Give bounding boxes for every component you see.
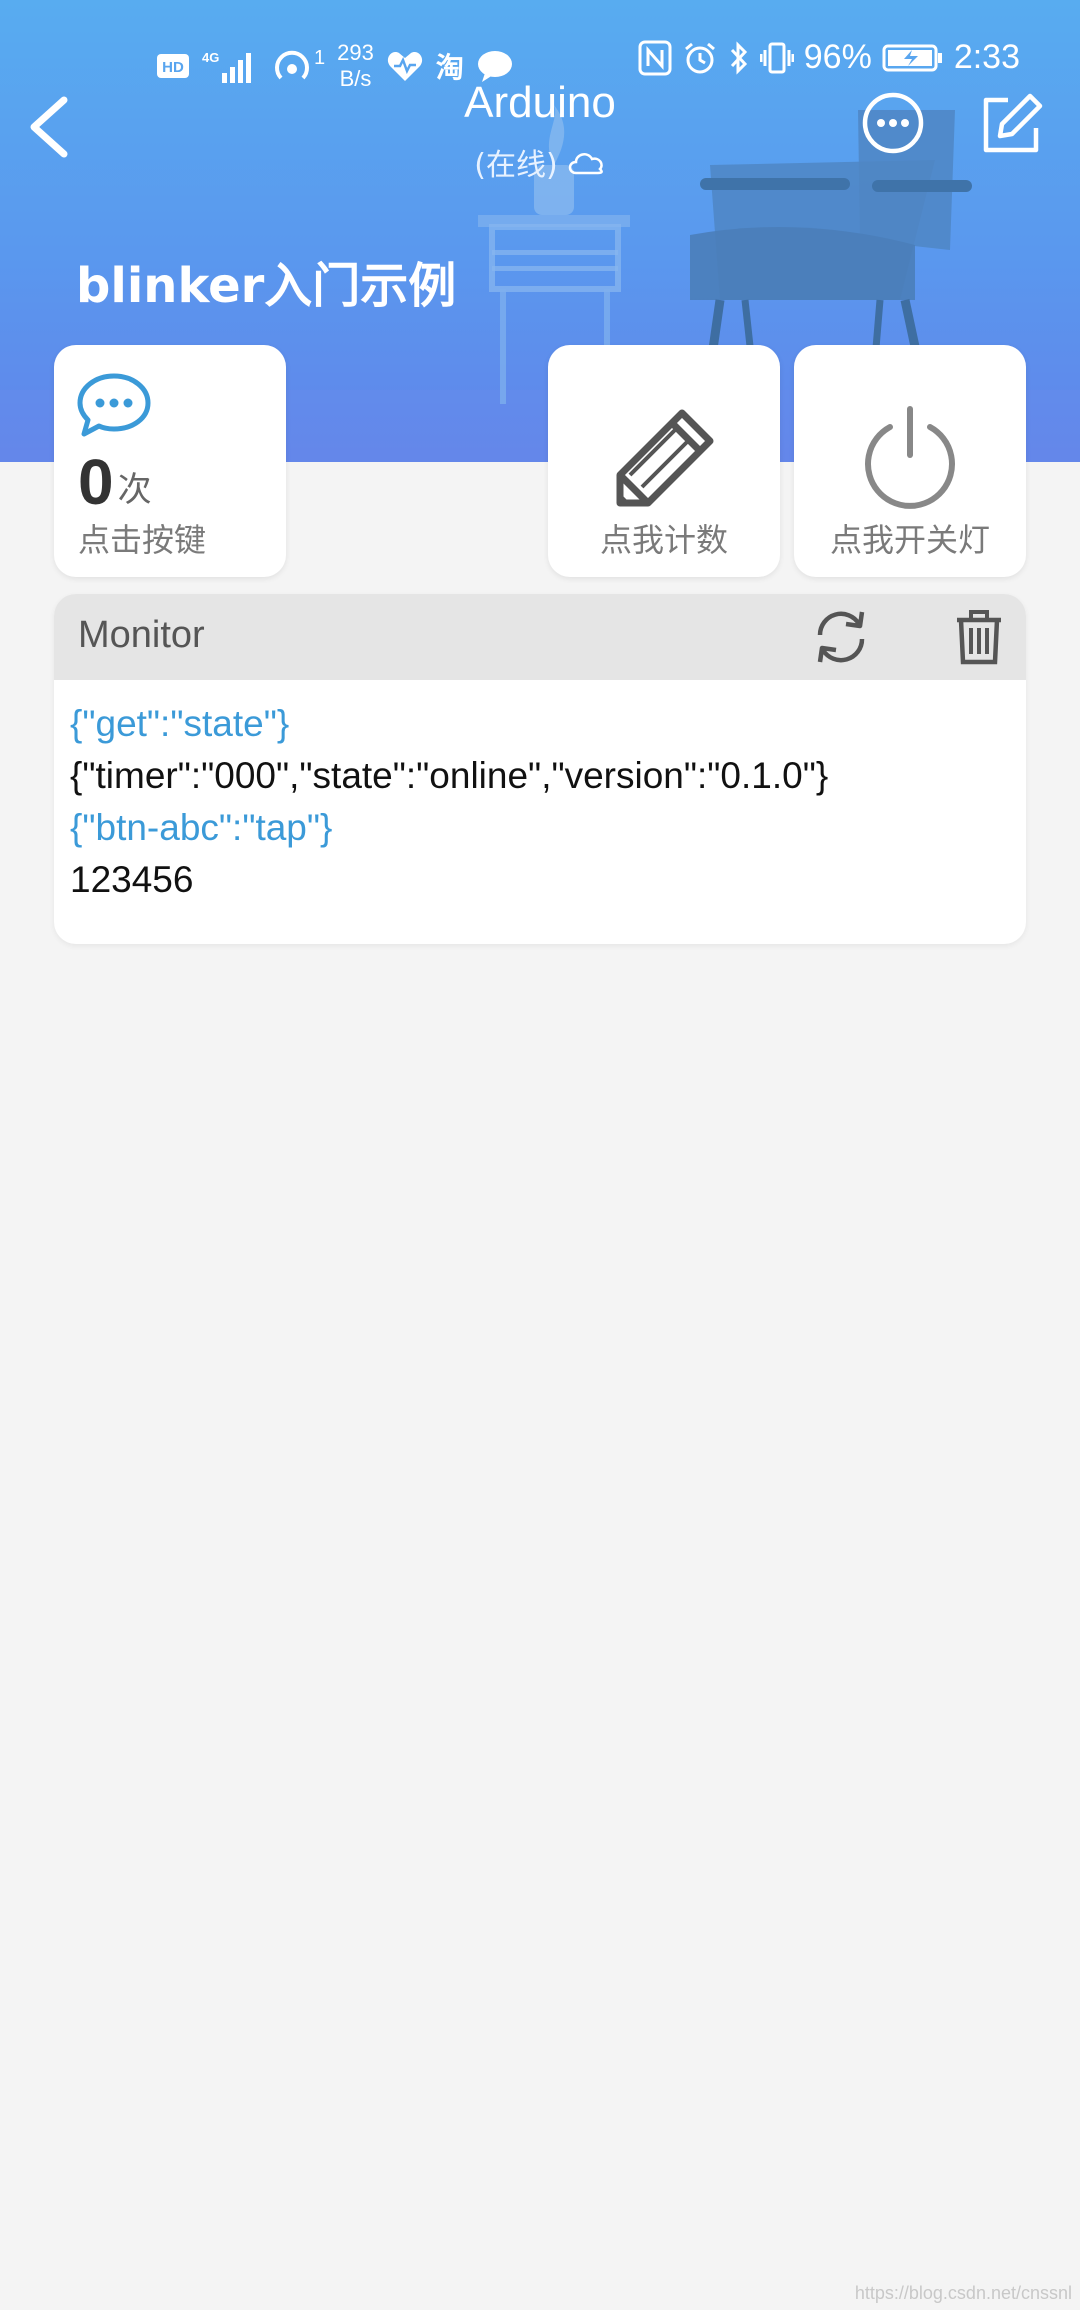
monitor-title: Monitor: [78, 614, 205, 656]
hd-icon: HD: [157, 54, 189, 78]
refresh-icon: [817, 611, 865, 663]
network-rate-value: 293: [337, 40, 374, 65]
svg-text:HD: HD: [162, 59, 184, 76]
clock-time: 2:33: [953, 38, 1020, 76]
device-status: (在线): [340, 140, 740, 184]
clear-log-button[interactable]: [954, 608, 1004, 666]
bluetooth-icon: [730, 40, 747, 75]
hotspot-count: 1: [314, 47, 326, 69]
page-heading: blinker入门示例: [76, 258, 457, 314]
watermark: https://blog.csdn.net/cnssnl: [854, 2283, 1072, 2303]
log-line-sent: {"get":"state"}: [70, 703, 290, 744]
alarm-clock-icon: [684, 42, 715, 73]
log-line-sent: {"btn-abc":"tap"}: [70, 807, 333, 848]
more-button[interactable]: [860, 90, 926, 156]
chat-bubble-icon: [77, 373, 151, 437]
light-switch-label: 点我开关灯: [829, 521, 990, 559]
back-button[interactable]: [22, 92, 82, 162]
chevron-left-icon: [30, 96, 68, 158]
cellular-signal-icon: 4G: [202, 50, 251, 83]
monitor-log: {"get":"state"} {"timer":"000","state":"…: [70, 698, 1010, 906]
vibrate-icon: [759, 42, 794, 73]
nfc-icon: [638, 40, 672, 75]
device-title: Arduino: [464, 78, 616, 127]
monitor-panel: Monitor {"get":"state"} {"timer":"000","…: [54, 594, 1026, 944]
monitor-header: Monitor: [54, 594, 1026, 680]
tap-count-label: 点击按键: [78, 521, 207, 559]
refresh-button[interactable]: [812, 608, 870, 666]
trash-icon: [957, 610, 1001, 665]
tap-count-widget[interactable]: 0 次 点击按键: [54, 345, 286, 577]
edit-layout-button[interactable]: [978, 92, 1044, 158]
pencil-icon: [616, 409, 714, 507]
log-line-received: {"timer":"000","state":"online","version…: [70, 755, 829, 796]
power-icon: [865, 406, 955, 509]
counter-button-label: 点我计数: [599, 521, 728, 559]
tap-count-value: 0: [78, 446, 114, 518]
log-line-received: 123456: [70, 859, 194, 900]
edit-icon: [983, 93, 1043, 153]
battery-charging-icon: [882, 44, 942, 71]
svg-text:4G: 4G: [202, 50, 219, 65]
counter-button-widget[interactable]: 点我计数: [548, 345, 780, 577]
online-status-text: (在线): [474, 148, 558, 183]
battery-percent: 96%: [803, 38, 872, 76]
tap-count-unit: 次: [117, 470, 152, 510]
more-dots-icon: [862, 92, 924, 154]
cloud-icon: [568, 153, 603, 175]
light-switch-widget[interactable]: 点我开关灯: [794, 345, 1026, 577]
